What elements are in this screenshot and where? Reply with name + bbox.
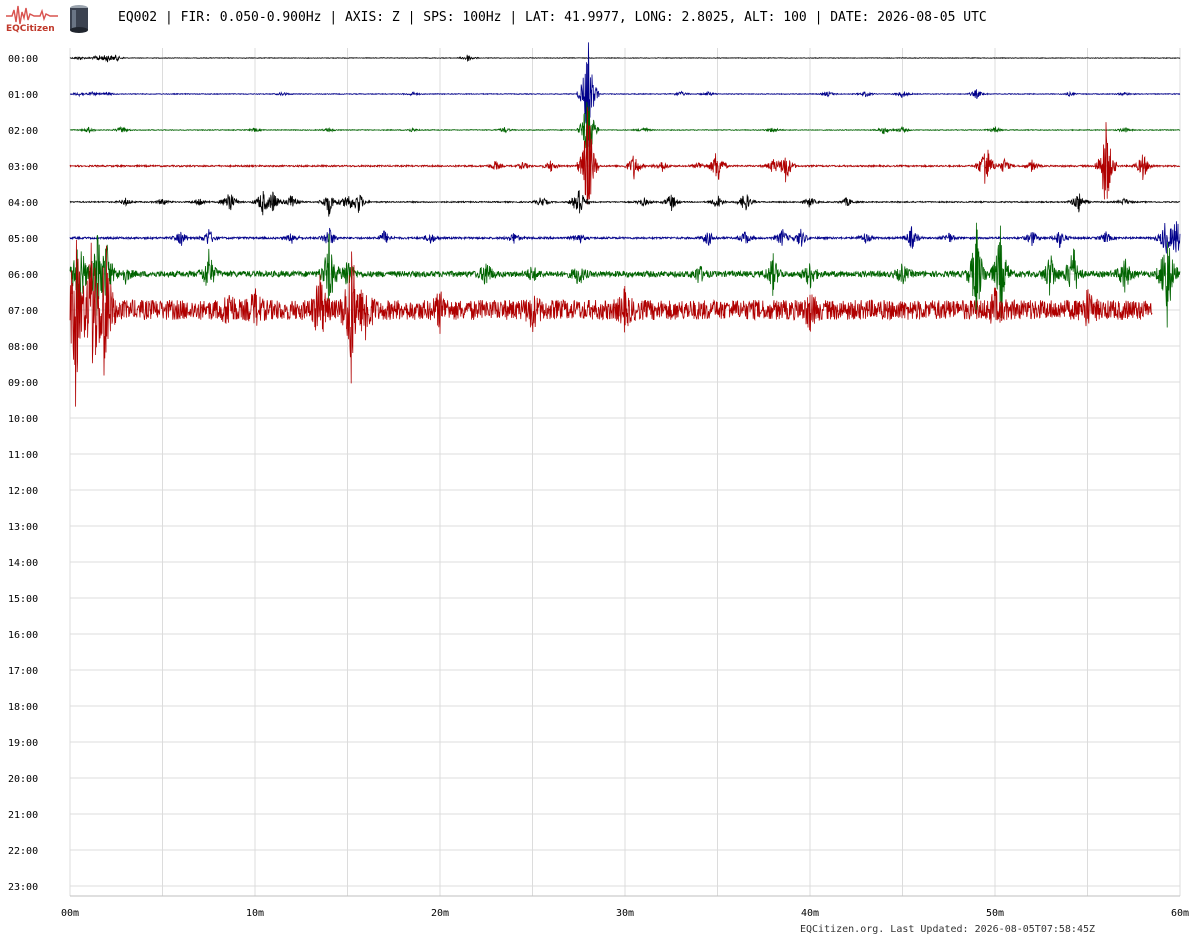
hour-label: 01:00 (8, 90, 38, 101)
hour-label: 20:00 (8, 774, 38, 785)
hour-label: 23:00 (8, 882, 38, 893)
hour-label: 04:00 (8, 198, 38, 209)
last-updated-footer: EQCitizen.org. Last Updated: 2026-08-05T… (800, 924, 1096, 935)
hour-label: 06:00 (8, 270, 38, 281)
hour-label: 17:00 (8, 666, 38, 677)
hour-label: 16:00 (8, 630, 38, 641)
hour-label: 14:00 (8, 558, 38, 569)
hour-label: 22:00 (8, 846, 38, 857)
hour-label: 15:00 (8, 594, 38, 605)
x-tick-label: 10m (246, 908, 264, 919)
x-tick-label: 00m (61, 908, 79, 919)
hour-label: 10:00 (8, 414, 38, 425)
hour-label: 07:00 (8, 306, 38, 317)
sensor-icon (70, 5, 88, 33)
hour-label: 12:00 (8, 486, 38, 497)
hour-label: 18:00 (8, 702, 38, 713)
page-title: EQ002 | FIR: 0.050-0.900Hz | AXIS: Z | S… (118, 10, 987, 25)
hour-label: 05:00 (8, 234, 38, 245)
hour-label: 21:00 (8, 810, 38, 821)
hour-label: 13:00 (8, 522, 38, 533)
x-tick-label: 20m (431, 908, 449, 919)
hour-label: 00:00 (8, 54, 38, 65)
hour-label: 08:00 (8, 342, 38, 353)
hour-label: 03:00 (8, 162, 38, 173)
header: EQCitizen EQ002 | FIR: 0.050-0.900Hz | A… (0, 0, 1200, 40)
hour-label: 11:00 (8, 450, 38, 461)
helicorder-plot: 00:00 01:00 02:00 03:00 04:00 05:00 06:00 07:00… (8, 42, 1189, 919)
x-tick-label: 30m (616, 908, 634, 919)
x-tick-label: 60m (1171, 908, 1189, 919)
hour-label: 09:00 (8, 378, 38, 389)
x-tick-label: 40m (801, 908, 819, 919)
logo-text: EQCitizen (6, 24, 55, 34)
x-tick-label: 50m (986, 908, 1004, 919)
hour-label: 19:00 (8, 738, 38, 749)
hour-label: 02:00 (8, 126, 38, 137)
